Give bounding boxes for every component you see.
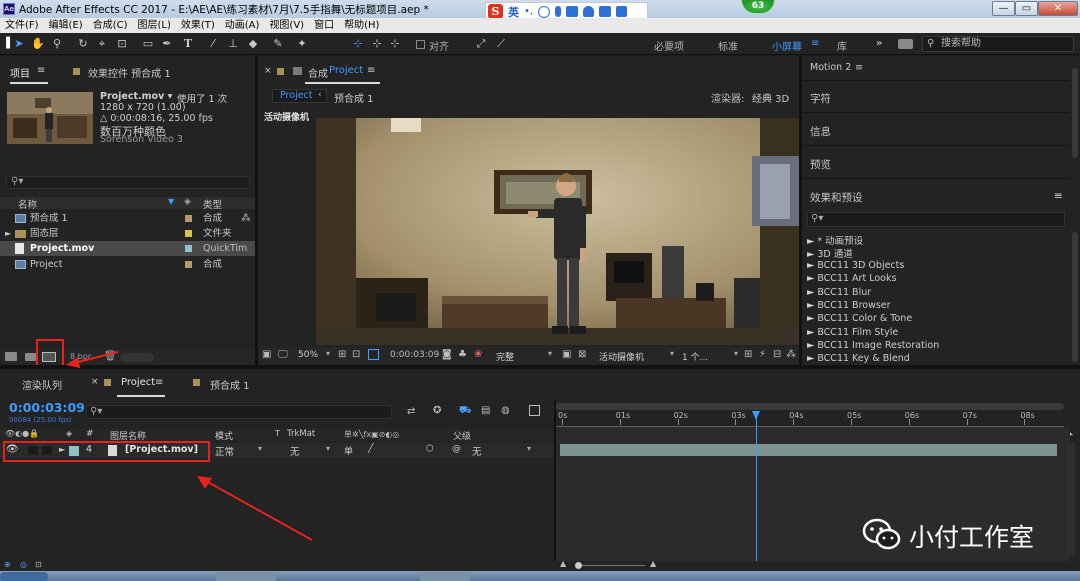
- wechat-logo-icon: [862, 518, 902, 552]
- timeline-status-bar: ⊕ ◎ ⊡ ▲ ▲: [0, 559, 1080, 571]
- annotation-arrows: [66, 351, 313, 541]
- toggle-switches-icon[interactable]: ⊕: [4, 560, 11, 569]
- timeline-zoom-handle[interactable]: [575, 562, 582, 569]
- taskbar-item[interactable]: [216, 572, 276, 581]
- watermark-text: 小付工作室: [909, 523, 1035, 552]
- start-button[interactable]: [0, 572, 48, 581]
- windows-taskbar: [0, 571, 1080, 581]
- zoom-out-icon[interactable]: ▲: [560, 559, 566, 568]
- taskbar-item[interactable]: [420, 572, 470, 581]
- toggle-stretch-icon[interactable]: ⊡: [35, 560, 42, 569]
- timeline-zoom-slider[interactable]: [575, 565, 645, 566]
- toggle-modes-icon[interactable]: ◎: [20, 560, 27, 569]
- zoom-in-icon[interactable]: ▲: [650, 559, 656, 568]
